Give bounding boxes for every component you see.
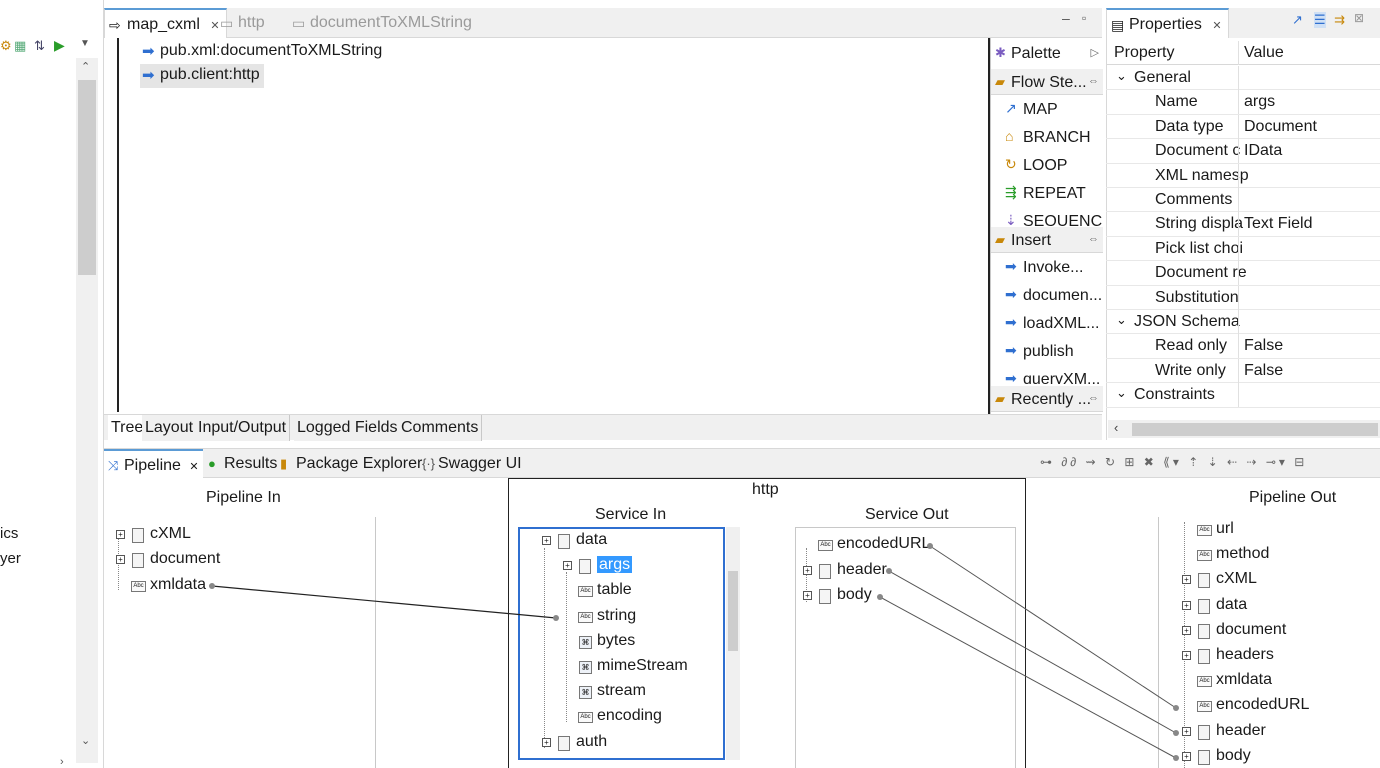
link-endpoint [927,543,933,549]
link-endpoint [1173,730,1179,736]
link-xmldata-string[interactable] [211,585,557,619]
link-header[interactable] [888,570,1177,734]
link-endpoint [553,615,559,621]
pipeline-links [209,543,1179,761]
link-endpoint [1173,705,1179,711]
link-endpoint [877,594,883,600]
link-encodedurl[interactable] [929,545,1177,709]
link-endpoint [1173,755,1179,761]
link-endpoint [886,568,892,574]
link-endpoint [209,583,215,589]
link-body[interactable] [879,596,1177,759]
